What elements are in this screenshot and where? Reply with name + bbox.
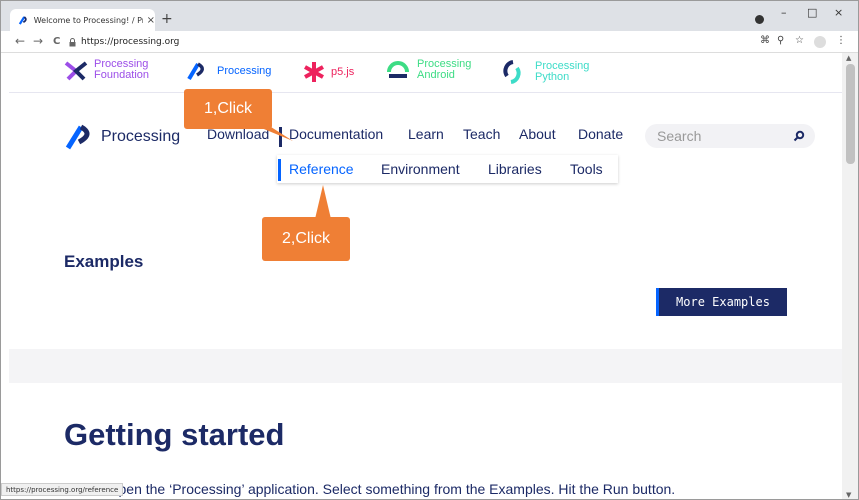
callout-pointers: [259, 127, 331, 219]
callout-step2: 2,Click: [262, 217, 350, 261]
callout-step1: 1,Click: [184, 89, 272, 129]
browser-window: Welcome to Processing! / Proce × + – □ ×…: [0, 0, 859, 500]
